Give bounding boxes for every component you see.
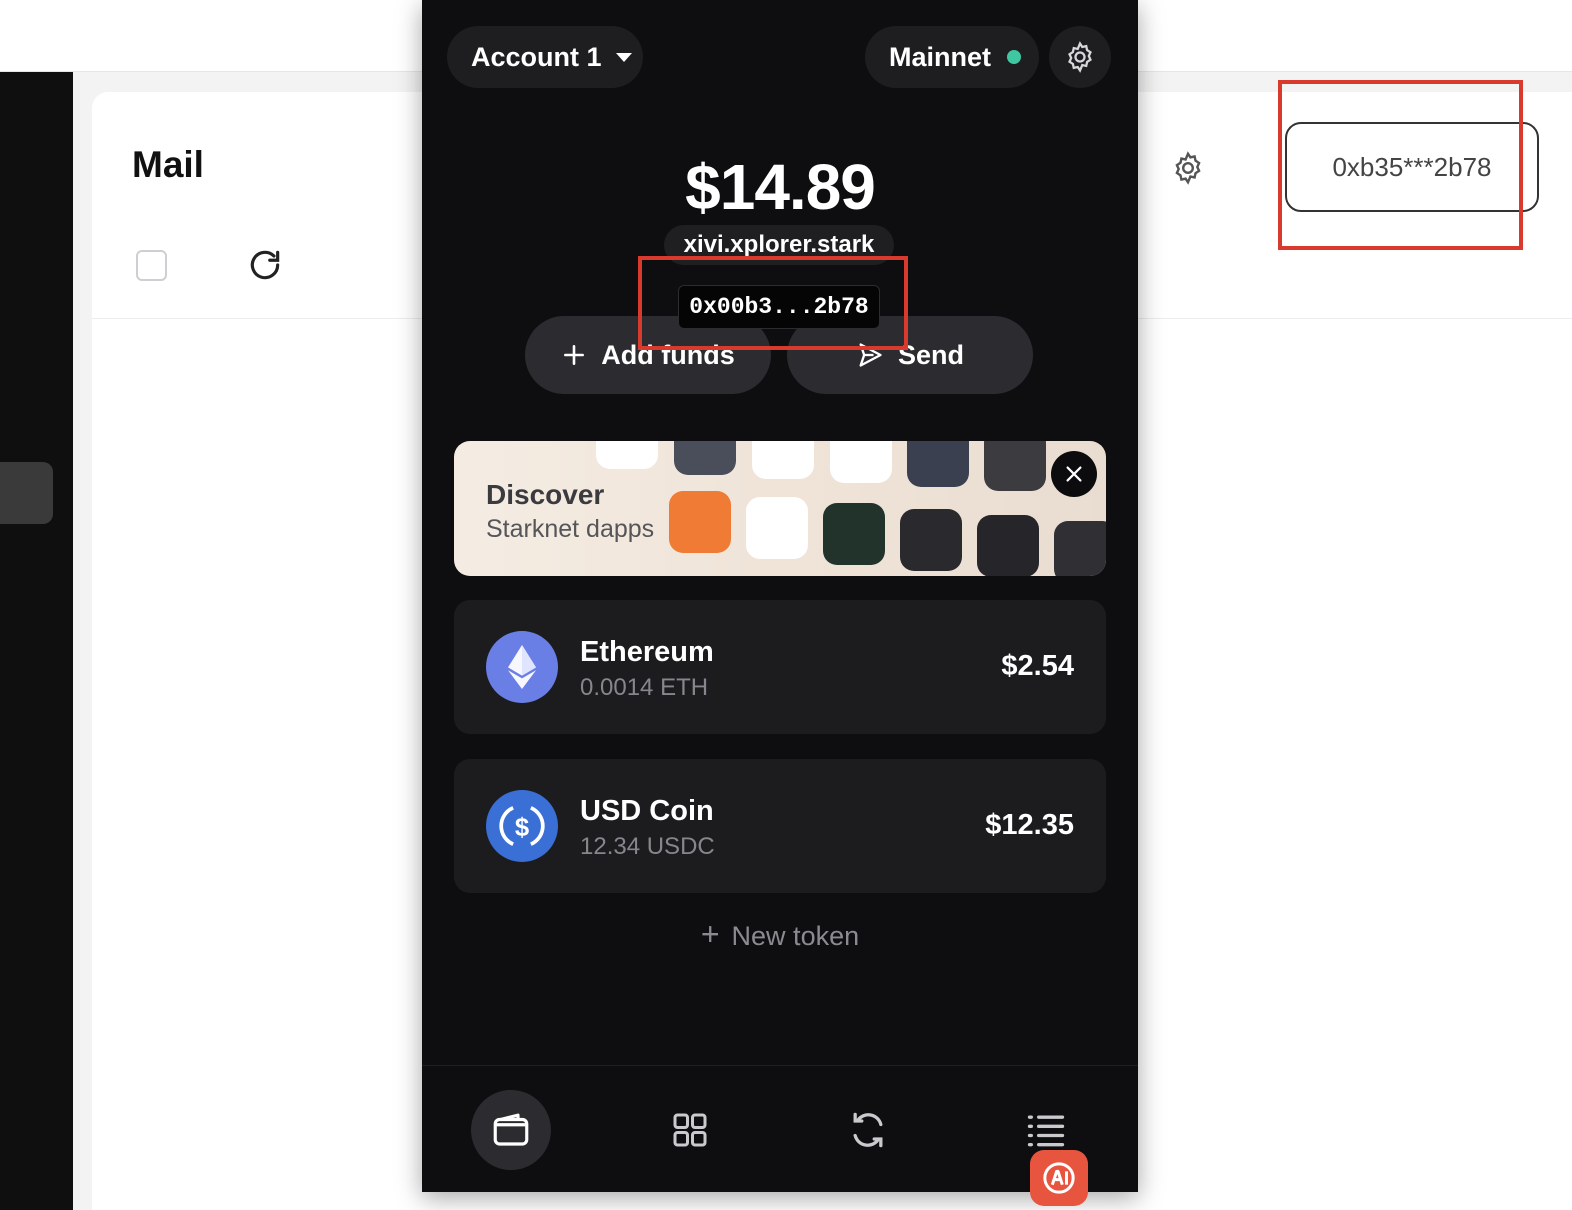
network-status-dot	[1007, 50, 1022, 64]
dapp-icon	[1054, 521, 1106, 576]
left-sidebar	[0, 72, 73, 1210]
dapp-icon	[907, 441, 969, 487]
account-label: Account 1	[471, 41, 602, 72]
token-amount: 0.0014 ETH	[580, 674, 709, 701]
page-title: Mail	[132, 144, 204, 185]
dapp-icon	[977, 515, 1039, 576]
dapp-icon	[746, 497, 808, 559]
token-name: Ethereum	[580, 636, 714, 668]
wallet-popup: Account 1 Mainnet $14.89 xivi.xplorer.st…	[422, 0, 1138, 1206]
usdc-icon: $	[486, 790, 558, 862]
account-selector[interactable]: Account 1	[447, 26, 643, 88]
mail-settings-gear-icon[interactable]	[1170, 150, 1206, 186]
ethereum-icon	[486, 631, 558, 703]
dapp-icon	[830, 441, 892, 483]
network-selector[interactable]: Mainnet	[865, 26, 1039, 88]
dapp-icon	[823, 503, 885, 565]
discover-subtitle: Starknet dapps	[486, 515, 655, 543]
discover-title: Discover	[486, 479, 605, 510]
discover-dapps-banner[interactable]: Discover Starknet dapps	[454, 441, 1106, 576]
dapp-icon	[984, 441, 1046, 491]
nav-wallet-tab[interactable]	[471, 1090, 551, 1170]
token-row[interactable]: $ USD Coin 12.34 USDC $12.35	[454, 759, 1106, 893]
dapp-icon	[669, 491, 731, 553]
select-all-checkbox[interactable]	[136, 250, 167, 281]
token-name: USD Coin	[580, 795, 714, 827]
sidebar-active-item[interactable]	[0, 462, 53, 524]
ai-icon	[1043, 1162, 1075, 1194]
swap-icon	[853, 1112, 883, 1148]
bottom-nav-divider	[422, 1065, 1138, 1066]
token-row[interactable]: Ethereum 0.0014 ETH $2.54	[454, 600, 1106, 734]
plus-icon: +	[700, 916, 720, 952]
token-amount: 12.34 USDC	[580, 833, 715, 860]
refresh-icon[interactable]	[246, 246, 284, 284]
highlight-box-tooltip	[638, 256, 908, 350]
new-token-button[interactable]: + New token	[422, 916, 1138, 953]
dapp-icon	[900, 509, 962, 571]
highlight-box-address	[1278, 80, 1523, 250]
close-icon	[1066, 466, 1082, 482]
nav-apps-tab[interactable]	[650, 1090, 730, 1170]
wallet-settings-button[interactable]	[1049, 26, 1111, 88]
dapp-icon	[674, 441, 736, 475]
dapp-icon	[752, 441, 814, 479]
svg-text:$: $	[515, 814, 529, 842]
new-token-label: New token	[731, 921, 860, 951]
ai-assistant-button[interactable]	[1030, 1150, 1088, 1206]
nav-swap-tab[interactable]	[828, 1090, 908, 1170]
list-icon	[1027, 1115, 1065, 1147]
token-value: $12.35	[985, 809, 1074, 841]
total-balance: $14.89	[685, 151, 876, 223]
grid-icon	[673, 1113, 707, 1147]
dapp-icon	[596, 441, 658, 469]
wallet-icon	[493, 1113, 529, 1146]
token-value: $2.54	[1001, 650, 1074, 682]
network-label: Mainnet	[889, 41, 992, 72]
close-banner-button[interactable]	[1051, 451, 1097, 497]
gear-icon	[1068, 41, 1092, 73]
chevron-down-icon	[615, 52, 632, 62]
plus-icon	[564, 345, 585, 365]
